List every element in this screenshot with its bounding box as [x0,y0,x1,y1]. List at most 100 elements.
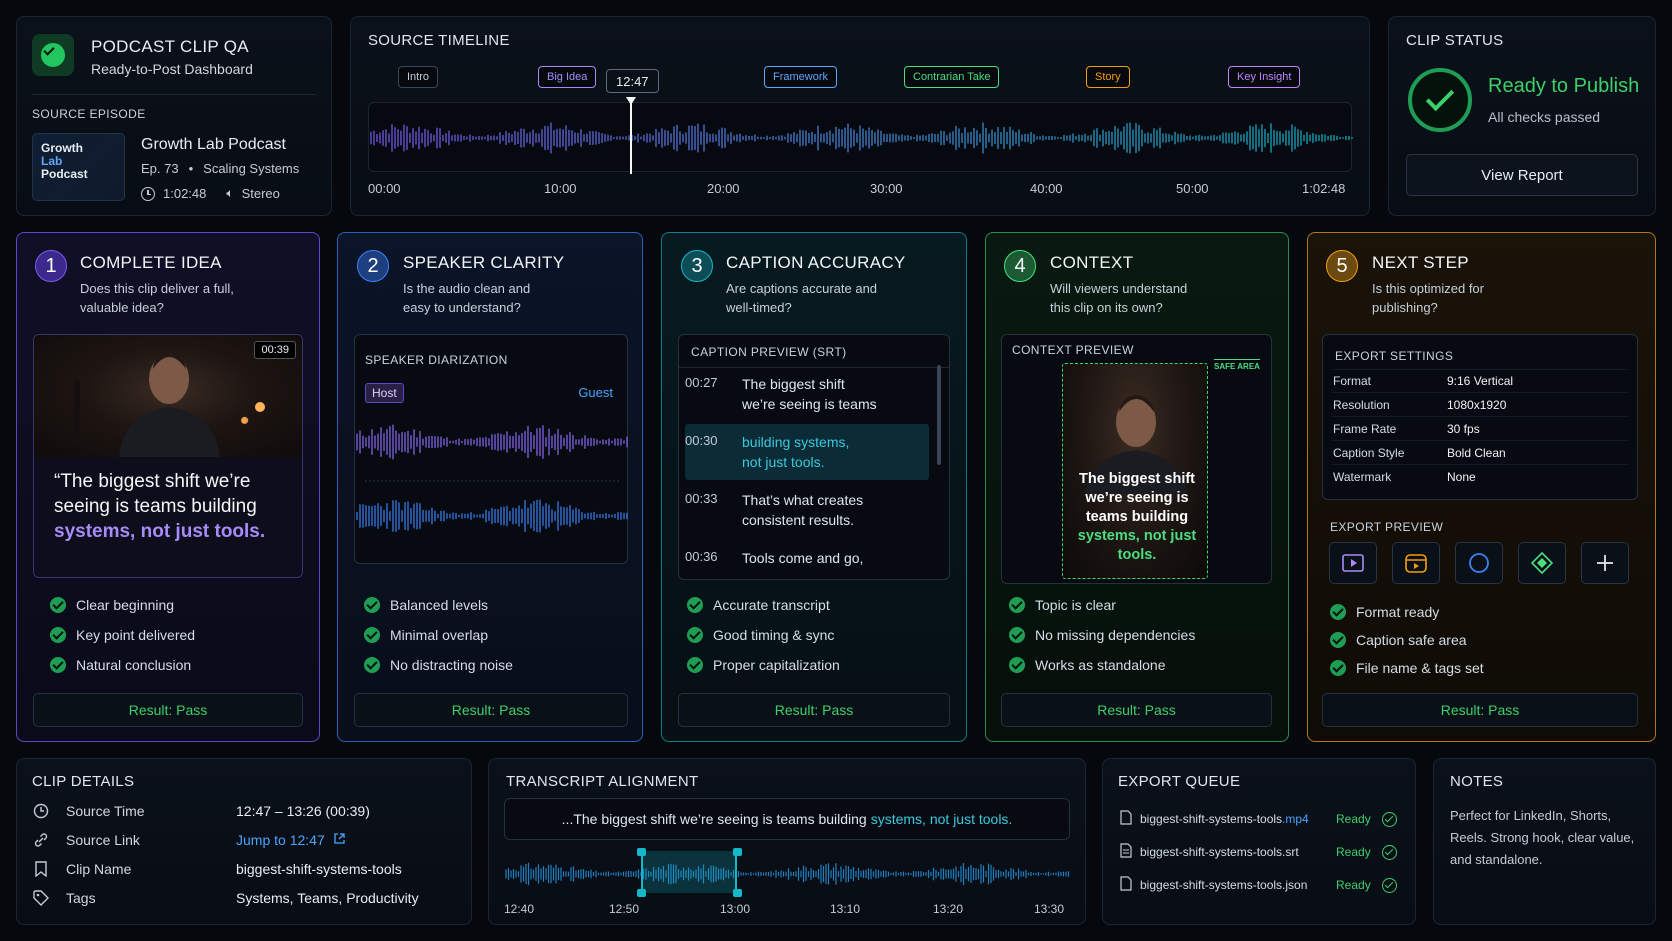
quote-text: “The biggest shift we’re seeing is teams… [54,471,257,517]
file-icon [1120,843,1132,861]
caption-scrollbar[interactable] [937,365,941,465]
transcript-waveform[interactable] [504,848,1070,900]
queue-item[interactable]: biggest-shift-systems-tools.srt Ready [1120,843,1397,861]
check-label: Topic is clear [1035,597,1116,613]
setting-value: 9:16 Vertical [1447,374,1514,388]
check-icon [364,657,380,673]
caption-row[interactable]: 00:36 Tools come and go, [685,548,929,568]
speaker-waveforms [356,424,628,533]
timeline-marker[interactable]: Big Idea [538,66,597,88]
setting-row[interactable]: Format 9:16 Vertical [1333,369,1627,393]
caption-row-active[interactable]: 00:30 building systems, not just tools. [685,432,929,472]
step-5-checks: Format ready Caption safe area File name… [1330,598,1484,682]
queue-filename: biggest-shift-systems-tools.json [1140,878,1336,892]
jump-to-link[interactable]: Jump to 12:47 [236,832,325,848]
check-item: Works as standalone [1009,650,1195,680]
setting-value: None [1447,470,1476,484]
export-reels-button[interactable] [1392,542,1440,584]
selection-region[interactable] [641,851,737,893]
check-label: Works as standalone [1035,657,1166,673]
file-icon [1120,876,1132,894]
caption-row[interactable]: 00:27 The biggest shift we’re seeing is t… [685,374,929,414]
setting-row[interactable]: Watermark None [1333,465,1627,489]
detail-source-time: Source Time 12:47 – 13:26 (00:39) [32,802,370,820]
transcript-tick-label: 13:10 [830,902,861,916]
caption-time: 00:30 [685,433,718,448]
selection-handle-end[interactable] [733,848,742,856]
audio-type: Stereo [241,186,280,201]
clip-details-title: CLIP DETAILS [32,773,135,790]
step-3-title: CAPTION ACCURACY [726,253,906,272]
transcript-tick-label: 13:00 [720,902,751,916]
step-3-question-line-2: well-timed? [726,300,792,315]
export-circle-button[interactable] [1455,542,1503,584]
setting-row[interactable]: Resolution 1080x1920 [1333,393,1627,417]
status-text: Ready to Publish [1488,75,1640,97]
timeline-marker[interactable]: Key Insight [1228,66,1301,88]
guest-tag[interactable]: Guest [578,385,613,400]
external-link-icon[interactable] [333,832,346,848]
add-export-button[interactable] [1581,542,1629,584]
step-4-title: CONTEXT [1050,253,1134,272]
timeline-marker[interactable]: Framework [764,66,838,88]
timeline-tick-label: 1:02:48 [1302,181,1346,196]
step-5-question: Is this optimized for publishing? [1372,279,1484,317]
selection-handle-start[interactable] [637,848,646,856]
podcast-thumbnail[interactable]: Growth Lab Podcast [32,133,125,201]
setting-row[interactable]: Caption Style Bold Clean [1333,441,1627,465]
playhead-line[interactable] [630,100,632,174]
timeline-marker[interactable]: Story [1086,66,1130,88]
file-base: biggest-shift-systems-tools [1140,845,1283,859]
queue-item[interactable]: biggest-shift-systems-tools.mp4 Ready [1120,810,1397,828]
step-4-question-line-2: this clip on its own? [1050,300,1163,315]
caption-line: we’re seeing is teams [742,396,877,412]
file-base: biggest-shift-systems-tools [1140,812,1283,826]
check-label: Proper capitalization [713,657,840,673]
step-5-question-line-1: Is this optimized for [1372,281,1484,296]
clock-icon [141,186,155,201]
check-label: No distracting noise [390,657,513,673]
episode-title: Scaling Systems [203,161,300,176]
export-video-button[interactable] [1329,542,1377,584]
host-tag[interactable]: Host [365,383,404,403]
timeline-marker[interactable]: Contrarian Take [904,66,1000,88]
check-item: Caption safe area [1330,626,1484,654]
detail-key: Source Link [66,832,140,848]
transcript-tick-label: 13:30 [1034,902,1065,916]
step-5-question-line-2: publishing? [1372,300,1438,315]
vertical-preview-frame[interactable]: The biggest shift we’re seeing is teams … [1062,363,1208,579]
caption-line: The biggest shift [742,376,845,392]
transcript-tick-label: 12:40 [504,902,535,916]
file-ext: .mp4 [1282,812,1309,826]
clip-status-title: CLIP STATUS [1406,32,1504,49]
detail-value: 12:47 – 13:26 (00:39) [236,803,370,819]
notes-text[interactable]: Perfect for LinkedIn, Shorts, Reels. Str… [1450,805,1642,871]
timeline-marker[interactable]: Intro [398,66,439,88]
export-queue-title: EXPORT QUEUE [1118,773,1241,790]
check-label: Accurate transcript [713,597,830,613]
app-logo-check-icon [32,34,74,76]
queue-item[interactable]: biggest-shift-systems-tools.json Ready [1120,876,1397,894]
setting-row[interactable]: Frame Rate 30 fps [1333,417,1627,441]
caption-row[interactable]: 00:33 That’s what creates consistent resu… [685,490,929,530]
selection-handle-start-bottom[interactable] [637,889,646,897]
queue-status: Ready [1336,878,1371,892]
detail-key: Clip Name [66,861,132,877]
check-label: No missing dependencies [1035,627,1196,643]
step-1-question: Does this clip deliver a full, valuable … [80,279,234,317]
thumb-line-3: Podcast [41,167,88,181]
check-item: Accurate transcript [687,590,840,620]
check-icon [1009,597,1025,613]
check-icon [1330,660,1346,676]
detail-key: Source Time [66,803,145,819]
check-item: Natural conclusion [50,650,195,680]
timeline-waveform[interactable] [368,102,1353,172]
view-report-button[interactable]: View Report [1406,154,1638,196]
clip-video-preview[interactable]: 00:39 “The biggest shift we’re seeing is… [33,334,303,578]
check-item: Proper capitalization [687,650,840,680]
step-4-checks: Topic is clear No missing dependencies W… [1009,590,1195,680]
caption-line: Tools come and go, [742,550,864,566]
setting-value: 1080x1920 [1447,397,1507,412]
selection-handle-end-bottom[interactable] [733,889,742,897]
export-diamond-button[interactable] [1518,542,1566,584]
